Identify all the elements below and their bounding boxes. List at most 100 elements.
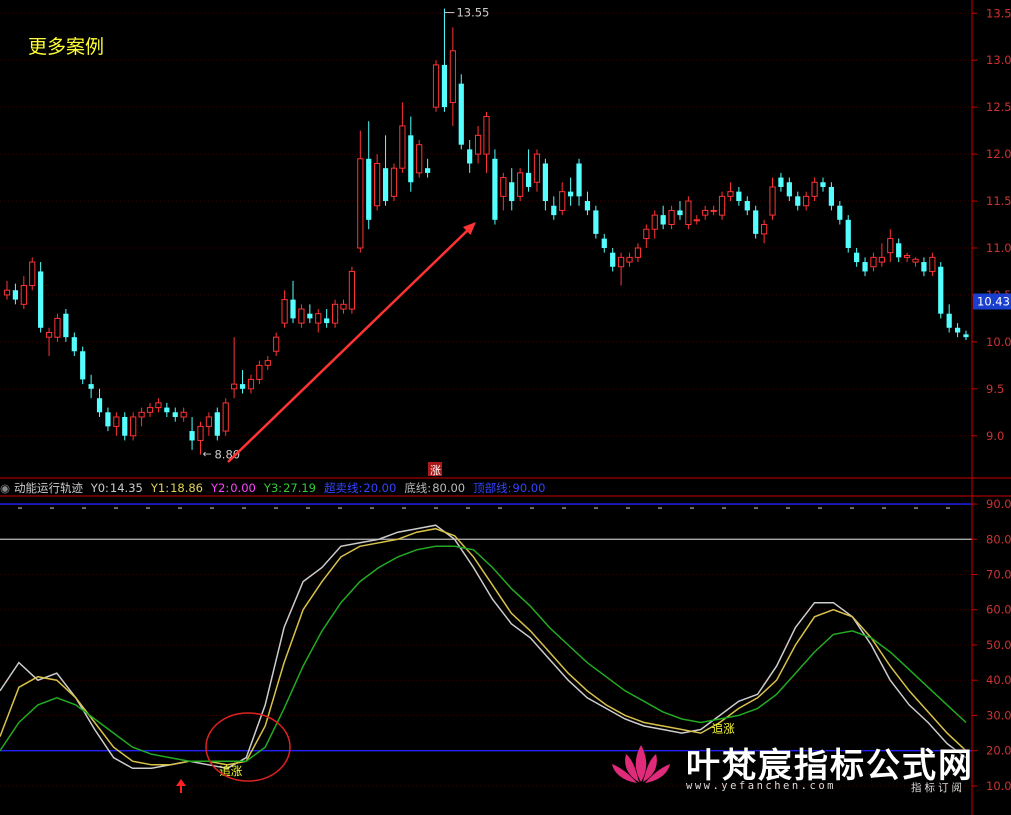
candle-body-up[interactable] xyxy=(331,303,339,324)
candle-body-down[interactable] xyxy=(366,158,372,220)
candle-body-up[interactable] xyxy=(432,64,440,108)
candle-body-down[interactable] xyxy=(593,210,599,234)
candle-body-up[interactable] xyxy=(643,228,650,240)
candle-body-down[interactable] xyxy=(963,334,969,338)
candle-body-up[interactable] xyxy=(231,383,238,390)
candle-body-down[interactable] xyxy=(441,64,448,108)
candle-body-up[interactable] xyxy=(760,224,768,235)
candle-body-up[interactable] xyxy=(929,256,936,272)
candle-body-up[interactable] xyxy=(500,177,507,197)
candle-body-up[interactable] xyxy=(390,167,398,197)
candle-body-down[interactable] xyxy=(954,327,961,333)
candle-body-down[interactable] xyxy=(408,135,414,183)
candle-body-up[interactable] xyxy=(685,200,692,226)
candle-body-down[interactable] xyxy=(105,412,111,427)
candle-body-up[interactable] xyxy=(20,285,27,305)
candle-body-up[interactable] xyxy=(273,336,280,352)
candle-body-up[interactable] xyxy=(399,125,406,169)
candle-body-down[interactable] xyxy=(458,83,464,145)
candle-body-up[interactable] xyxy=(180,411,187,418)
candle-body-down[interactable] xyxy=(786,182,792,197)
candle-body-up[interactable] xyxy=(878,256,885,263)
candle-body-up[interactable] xyxy=(222,402,229,432)
candle-body-down[interactable] xyxy=(307,313,313,319)
candle-body-down[interactable] xyxy=(601,238,607,248)
candle-body-down[interactable] xyxy=(862,262,868,272)
candle-body-up[interactable] xyxy=(3,289,11,296)
candle-body-down[interactable] xyxy=(568,191,574,197)
candle-body-down[interactable] xyxy=(660,215,666,225)
candle-body-up[interactable] xyxy=(374,162,381,207)
candle-body-up[interactable] xyxy=(727,191,734,197)
candle-body-up[interactable] xyxy=(651,214,658,230)
candle-body-up[interactable] xyxy=(634,247,642,258)
candle-body-up[interactable] xyxy=(617,256,625,268)
candle-body-up[interactable] xyxy=(205,416,213,427)
candle-body-down[interactable] xyxy=(551,205,557,216)
candle-body-down[interactable] xyxy=(467,149,473,164)
candle-body-down[interactable] xyxy=(778,177,784,187)
candle-body-down[interactable] xyxy=(828,186,835,206)
candle-body-down[interactable] xyxy=(576,163,582,197)
candle-body-down[interactable] xyxy=(164,407,170,413)
candle-body-down[interactable] xyxy=(88,384,94,389)
candle-body-down[interactable] xyxy=(938,266,944,314)
candle-body-down[interactable] xyxy=(677,210,683,216)
candle-body-down[interactable] xyxy=(584,201,591,211)
candle-body-up[interactable] xyxy=(912,258,919,263)
candle-body-up[interactable] xyxy=(45,331,53,338)
candle-body-down[interactable] xyxy=(172,412,178,417)
candle-body-up[interactable] xyxy=(811,181,818,197)
candle-body-up[interactable] xyxy=(247,378,255,390)
candle-body-up[interactable] xyxy=(264,360,271,366)
candle-body-down[interactable] xyxy=(610,252,616,267)
candle-body-up[interactable] xyxy=(256,364,263,380)
candle-body-down[interactable] xyxy=(382,168,389,202)
candle-body-down[interactable] xyxy=(492,158,498,220)
more-cases-link[interactable]: 更多案例 xyxy=(28,32,104,59)
collapse-icon[interactable]: ◉ xyxy=(0,481,10,495)
candle-body-down[interactable] xyxy=(189,431,195,441)
candle-body-down[interactable] xyxy=(921,262,927,272)
candle-body-down[interactable] xyxy=(854,252,860,263)
candle-body-down[interactable] xyxy=(744,201,750,211)
candle-body-up[interactable] xyxy=(668,209,675,226)
candle-body-down[interactable] xyxy=(736,191,742,202)
candle-body-up[interactable] xyxy=(626,256,633,263)
candle-body-up[interactable] xyxy=(474,134,482,155)
candle-body-up[interactable] xyxy=(155,402,162,409)
candle-body-down[interactable] xyxy=(525,172,532,187)
candle-body-down[interactable] xyxy=(239,384,246,389)
candle-body-up[interactable] xyxy=(533,153,541,183)
candle-body-up[interactable] xyxy=(710,209,717,212)
candle-body-down[interactable] xyxy=(542,163,548,202)
candlestick-series[interactable] xyxy=(3,8,969,455)
candle-body-down[interactable] xyxy=(896,243,902,258)
candle-body-down[interactable] xyxy=(425,168,431,173)
candle-body-up[interactable] xyxy=(146,407,154,413)
candle-body-down[interactable] xyxy=(96,398,103,413)
candle-body-up[interactable] xyxy=(718,195,726,216)
candle-body-up[interactable] xyxy=(357,158,364,249)
candle-body-up[interactable] xyxy=(29,261,36,287)
candle-body-down[interactable] xyxy=(12,290,19,300)
candle-body-up[interactable] xyxy=(870,256,877,268)
candle-body-down[interactable] xyxy=(795,196,801,206)
candle-body-up[interactable] xyxy=(904,254,911,258)
candle-body-down[interactable] xyxy=(845,219,851,248)
candle-body-up[interactable] xyxy=(54,317,61,338)
candle-body-up[interactable] xyxy=(315,313,322,324)
indicator-series-Y3[interactable] xyxy=(0,545,967,762)
candle-body-down[interactable] xyxy=(38,271,44,328)
candle-body-down[interactable] xyxy=(509,182,515,202)
candle-body-up[interactable] xyxy=(348,270,356,310)
candle-body-down[interactable] xyxy=(63,313,69,338)
candle-body-up[interactable] xyxy=(769,186,776,216)
candle-body-up[interactable] xyxy=(449,50,456,103)
candle-body-up[interactable] xyxy=(887,238,894,254)
candle-body-up[interactable] xyxy=(130,416,137,437)
candle-body-up[interactable] xyxy=(281,299,288,324)
candle-body-down[interactable] xyxy=(290,299,296,319)
candle-body-down[interactable] xyxy=(820,182,826,187)
candle-body-up[interactable] xyxy=(702,209,709,216)
